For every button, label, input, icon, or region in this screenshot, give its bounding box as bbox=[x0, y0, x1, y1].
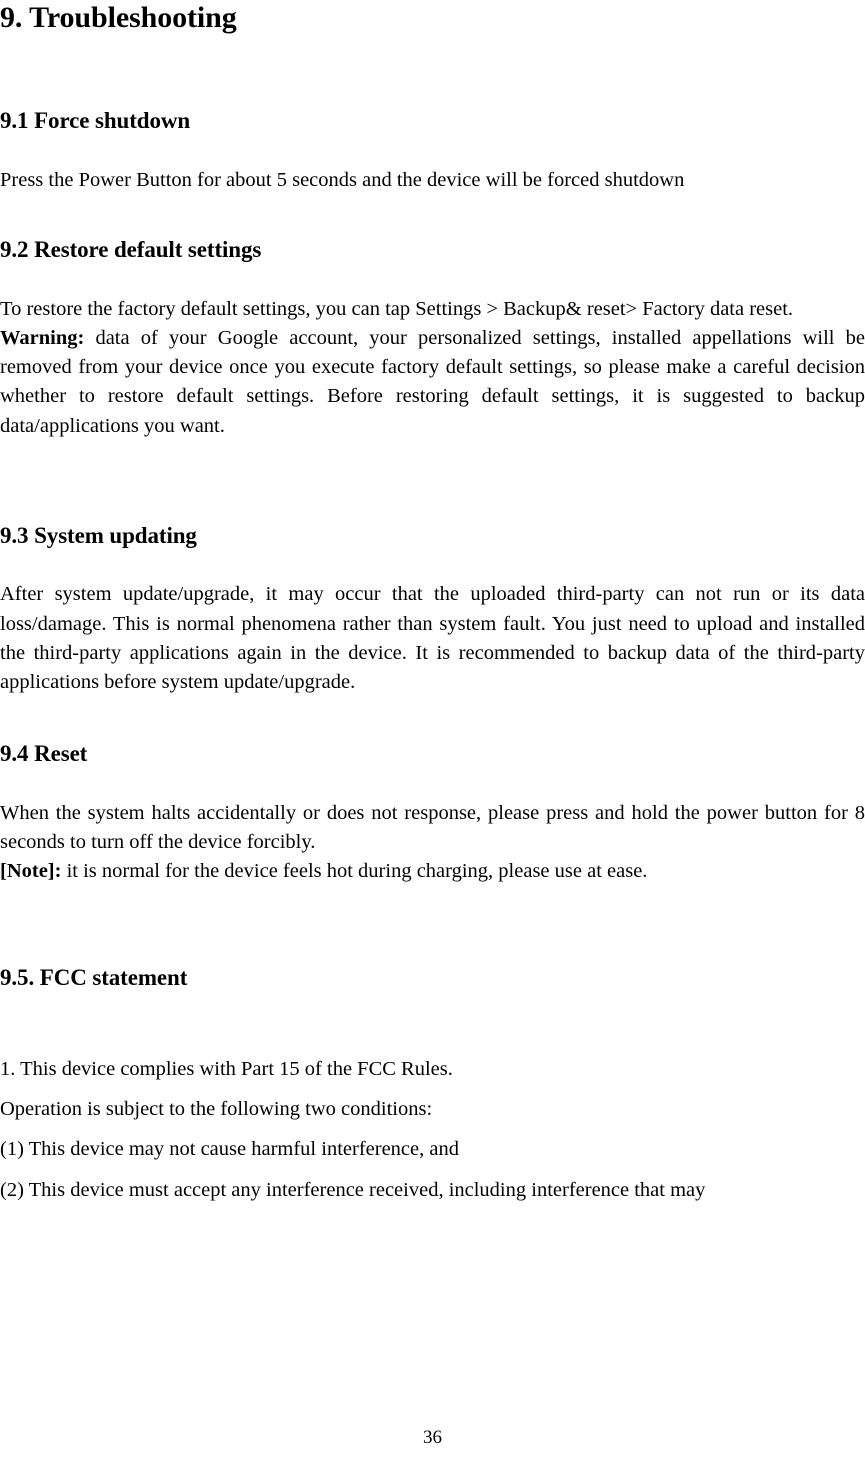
note-label: [Note]: bbox=[0, 860, 62, 883]
paragraph-force-shutdown: Press the Power Button for about 5 secon… bbox=[0, 168, 685, 191]
paragraph-restore-intro: To restore the factory default settings,… bbox=[0, 297, 794, 320]
section-heading-9-3: 9.3 System updating bbox=[0, 522, 197, 548]
paragraph-reset: When the system halts accidentally or do… bbox=[0, 801, 865, 853]
section-heading-9-4: 9.4 Reset bbox=[0, 741, 88, 767]
section-heading-9-2: 9.2 Restore default settings bbox=[0, 237, 262, 263]
page-number: 36 bbox=[423, 1427, 442, 1448]
paragraph-reset-note: [Note]: it is normal for the device feel… bbox=[0, 857, 865, 886]
paragraph-fcc-conditions: Operation is subject to the following tw… bbox=[0, 1098, 433, 1121]
section-heading-9-5: 9.5. FCC statement bbox=[0, 965, 188, 991]
paragraph-system-updating: After system update/upgrade, it may occu… bbox=[0, 583, 865, 693]
note-body: it is normal for the device feels hot du… bbox=[61, 860, 648, 883]
paragraph-fcc-part15: 1. This device complies with Part 15 of … bbox=[0, 1058, 453, 1080]
warning-label: Warning: bbox=[0, 326, 85, 349]
paragraph-fcc-condition-2: (2) This device must accept any interfer… bbox=[0, 1178, 706, 1201]
page-title: 9. Troubleshooting bbox=[0, 1, 237, 34]
page-content: 9. Troubleshooting 9.1 Force shutdown Pr… bbox=[0, 0, 865, 1205]
section-heading-9-1: 9.1 Force shutdown bbox=[0, 108, 191, 134]
document-page: 9. Troubleshooting 9.1 Force shutdown Pr… bbox=[0, 0, 865, 1469]
paragraph-restore-warning: Warning: data of your Google account, yo… bbox=[0, 324, 865, 441]
warning-body: data of your Google account, your person… bbox=[0, 326, 865, 437]
paragraph-fcc-condition-1: (1) This device may not cause harmful in… bbox=[0, 1138, 459, 1161]
